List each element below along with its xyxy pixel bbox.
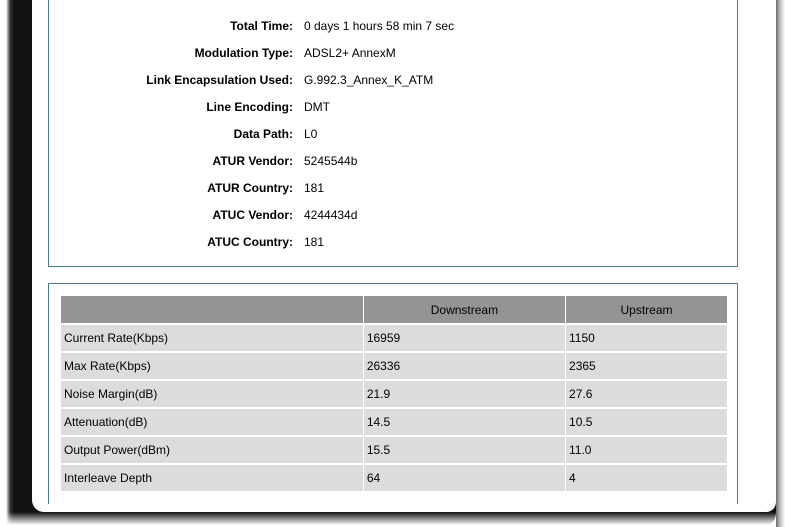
window-left-shadow bbox=[0, 0, 34, 527]
status-row-data-path: Data Path: L0 bbox=[49, 120, 737, 147]
upstream-cell: 11.0 bbox=[565, 435, 728, 465]
status-value: DMT bbox=[304, 100, 330, 114]
status-label: ATUR Country: bbox=[207, 181, 293, 195]
table-row: Current Rate(Kbps) 16959 1150 bbox=[60, 323, 728, 353]
row-name-cell: Current Rate(Kbps) bbox=[60, 323, 364, 353]
router-status-page: Total Time: 0 days 1 hours 58 min 7 sec … bbox=[32, 0, 776, 512]
line-statistics-table: Downstream Upstream Current Rate(Kbps) 1… bbox=[60, 295, 728, 492]
status-label: ATUC Vendor: bbox=[212, 208, 293, 222]
status-value: 181 bbox=[304, 235, 325, 249]
status-row-modulation-type: Modulation Type: ADSL2+ AnnexM bbox=[49, 39, 737, 66]
status-value: 0 days 1 hours 58 min 7 sec bbox=[304, 19, 455, 33]
upstream-cell: 27.6 bbox=[565, 379, 728, 409]
table-row: Interleave Depth 64 4 bbox=[60, 463, 728, 492]
downstream-cell: 21.9 bbox=[362, 379, 567, 409]
status-row-atur-vendor: ATUR Vendor: 5245544b bbox=[49, 147, 737, 174]
downstream-cell: 26336 bbox=[362, 351, 567, 381]
status-row-atuc-country: ATUC Country: 181 bbox=[49, 228, 737, 255]
table-row: Noise Margin(dB) 21.9 27.6 bbox=[60, 379, 728, 409]
upstream-cell: 1150 bbox=[565, 323, 728, 353]
table-row: Max Rate(Kbps) 26336 2365 bbox=[60, 351, 728, 381]
table-header-row: Downstream Upstream bbox=[60, 295, 728, 325]
status-value: G.992.3_Annex_K_ATM bbox=[304, 73, 434, 87]
status-value: 4244434d bbox=[304, 208, 358, 222]
row-name-cell: Output Power(dBm) bbox=[60, 435, 364, 465]
status-row-atur-country: ATUR Country: 181 bbox=[49, 174, 737, 201]
status-label: ATUC Country: bbox=[207, 235, 293, 249]
upstream-cell: 2365 bbox=[565, 351, 728, 381]
downstream-cell: 15.5 bbox=[362, 435, 567, 465]
status-row-atuc-vendor: ATUC Vendor: 4244434d bbox=[49, 201, 737, 228]
upstream-cell: 4 bbox=[565, 463, 728, 492]
status-label: Modulation Type: bbox=[194, 46, 293, 60]
status-row-total-time: Total Time: 0 days 1 hours 58 min 7 sec bbox=[49, 12, 737, 39]
status-label: Data Path: bbox=[233, 127, 293, 141]
window-bottom-fade bbox=[0, 512, 785, 527]
status-row-link-encapsulation: Link Encapsulation Used: G.992.3_Annex_K… bbox=[49, 66, 737, 93]
header-cell-name bbox=[60, 295, 364, 325]
header-cell-upstream: Upstream bbox=[565, 295, 728, 325]
status-label: ATUR Vendor: bbox=[212, 154, 293, 168]
dsl-status-panel: Total Time: 0 days 1 hours 58 min 7 sec … bbox=[48, 0, 738, 267]
downstream-cell: 64 bbox=[362, 463, 567, 492]
status-value: 5245544b bbox=[304, 154, 358, 168]
status-value: ADSL2+ AnnexM bbox=[304, 46, 396, 60]
downstream-cell: 14.5 bbox=[362, 407, 567, 437]
status-label: Total Time: bbox=[230, 19, 293, 33]
status-value: L0 bbox=[304, 127, 318, 141]
row-name-cell: Max Rate(Kbps) bbox=[60, 351, 364, 381]
status-label: Line Encoding: bbox=[206, 100, 293, 114]
table-row: Attenuation(dB) 14.5 10.5 bbox=[60, 407, 728, 437]
row-name-cell: Attenuation(dB) bbox=[60, 407, 364, 437]
downstream-cell: 16959 bbox=[362, 323, 567, 353]
window-right-shadow bbox=[776, 0, 785, 527]
row-name-cell: Noise Margin(dB) bbox=[60, 379, 364, 409]
status-label: Link Encapsulation Used: bbox=[146, 73, 293, 87]
table-row: Output Power(dBm) 15.5 11.0 bbox=[60, 435, 728, 465]
status-row-line-encoding: Line Encoding: DMT bbox=[49, 93, 737, 120]
status-value: 181 bbox=[304, 181, 325, 195]
row-name-cell: Interleave Depth bbox=[60, 463, 364, 492]
line-statistics-panel: Downstream Upstream Current Rate(Kbps) 1… bbox=[48, 283, 738, 504]
upstream-cell: 10.5 bbox=[565, 407, 728, 437]
header-cell-downstream: Downstream bbox=[362, 295, 567, 325]
